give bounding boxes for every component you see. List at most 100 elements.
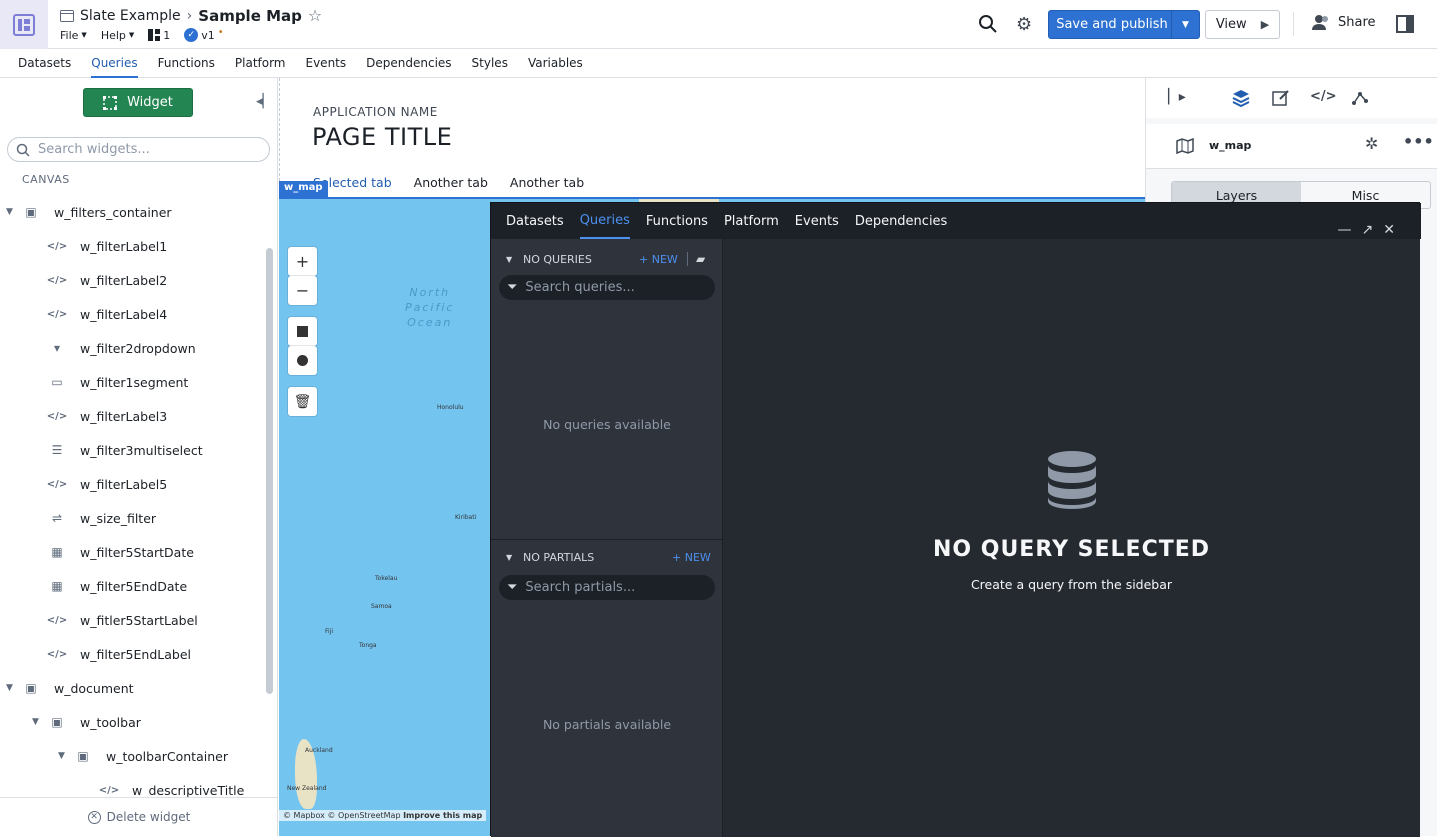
queries-section-header[interactable]: ▼ NO QUERIES + NEW ▰: [491, 243, 723, 275]
code-icon[interactable]: </>: [1310, 89, 1337, 104]
improve-map-link[interactable]: Improve this map: [403, 811, 482, 820]
dialog-tab-datasets[interactable]: Datasets: [506, 203, 564, 239]
tab-datasets[interactable]: Datasets: [18, 49, 71, 78]
view-button[interactable]: View ▶: [1205, 10, 1280, 39]
collapse-sidebar-icon[interactable]: ◂▏: [256, 94, 273, 109]
tree-item[interactable]: ☰ w_filter3multiselect: [0, 433, 265, 467]
tree-item[interactable]: ▼ ▣ w_toolbar: [0, 705, 265, 739]
container-icon: ▣: [25, 205, 37, 219]
dialog-tab-platform[interactable]: Platform: [724, 203, 779, 239]
search-partials-input[interactable]: Search partials...: [525, 580, 635, 595]
graph-icon[interactable]: [1351, 89, 1369, 107]
more-options-icon[interactable]: •••: [1403, 132, 1434, 151]
zoom-out-button[interactable]: −: [288, 276, 317, 305]
edit-icon[interactable]: [1272, 89, 1290, 107]
collapse-panel-icon[interactable]: ▏▸: [1168, 89, 1186, 105]
tree-item[interactable]: ▼ ▣ w_document: [0, 671, 265, 705]
tree-item-label: w_size_filter: [80, 510, 157, 526]
search-queries-input[interactable]: Search queries...: [525, 280, 634, 295]
pages-count[interactable]: 1: [148, 29, 170, 42]
tree-item[interactable]: </> w_filterLabel4: [0, 297, 265, 331]
dialog-tab-events[interactable]: Events: [795, 203, 839, 239]
application-name: APPLICATION NAME: [313, 105, 438, 119]
delete-widget-label: Delete widget: [106, 810, 191, 824]
code-icon: </>: [46, 648, 68, 660]
share-button[interactable]: Share: [1312, 14, 1376, 30]
square-icon: [297, 326, 308, 337]
container-icon: ▣: [77, 749, 89, 763]
add-widget-button[interactable]: Widget: [83, 88, 193, 117]
container-icon: ▣: [25, 681, 37, 695]
draw-circle-button[interactable]: [288, 346, 317, 375]
breadcrumb-project[interactable]: Slate Example: [80, 8, 181, 24]
layers-icon[interactable]: [1232, 89, 1250, 107]
code-icon: </>: [46, 478, 68, 490]
tree-item[interactable]: ▦ w_filter5StartDate: [0, 535, 265, 569]
tree-item[interactable]: </> w_filterLabel1: [0, 229, 265, 263]
search-partials[interactable]: ⏷ Search partials...: [499, 575, 715, 600]
search-widgets-input[interactable]: Search widgets...: [38, 142, 150, 157]
app-logo[interactable]: [0, 0, 48, 49]
tree-item-label: w_filter3multiselect: [80, 442, 203, 458]
save-and-publish-button[interactable]: Save and publish ▼: [1048, 10, 1200, 39]
folder-icon[interactable]: ▰: [696, 252, 705, 266]
circle-icon: [297, 355, 308, 366]
tree-item[interactable]: ▼ ▣ w_toolbarContainer: [0, 739, 265, 773]
delete-shape-button[interactable]: 🗑: [288, 387, 317, 416]
chevron-down-icon[interactable]: ▼: [32, 717, 39, 727]
tab-dependencies[interactable]: Dependencies: [366, 49, 451, 78]
tree-item[interactable]: </> w_filter5EndLabel: [0, 637, 265, 671]
expand-icon[interactable]: ↗: [1362, 222, 1374, 238]
tree-item[interactable]: </> w_filterLabel5: [0, 467, 265, 501]
tree-scrollbar[interactable]: [266, 248, 273, 694]
tree-item[interactable]: </> w_filterLabel3: [0, 399, 265, 433]
tree-item[interactable]: ▦ w_filter5EndDate: [0, 569, 265, 603]
delete-widget-button[interactable]: ✕ Delete widget: [0, 797, 278, 836]
dialog-tab-dependencies[interactable]: Dependencies: [855, 203, 948, 239]
search-queries[interactable]: ⏷ Search queries...: [499, 275, 715, 300]
widget-network-icon[interactable]: ✲: [1365, 134, 1378, 153]
tab-functions[interactable]: Functions: [158, 49, 215, 78]
canvas-tab-another-1[interactable]: Another tab: [414, 175, 488, 190]
menu-help[interactable]: Help ▼: [101, 29, 134, 42]
close-icon[interactable]: ✕: [1383, 222, 1395, 238]
minimize-icon[interactable]: —: [1338, 222, 1352, 238]
tab-variables[interactable]: Variables: [528, 49, 583, 78]
tree-item[interactable]: </> w_fitler5StartLabel: [0, 603, 265, 637]
chevron-right-icon: ›: [186, 7, 193, 24]
tree-item[interactable]: ▭ w_filter1segment: [0, 365, 265, 399]
tree-item[interactable]: ⇌ w_size_filter: [0, 501, 265, 535]
zoom-in-button[interactable]: +: [288, 247, 317, 276]
dialog-tab-queries[interactable]: Queries: [579, 203, 630, 239]
page-title-breadcrumb[interactable]: Sample Map: [198, 7, 302, 25]
tab-events[interactable]: Events: [306, 49, 347, 78]
panel-toggle-icon[interactable]: [1396, 15, 1414, 33]
chevron-down-icon[interactable]: ▼: [58, 751, 65, 761]
tab-queries[interactable]: Queries: [91, 49, 138, 78]
save-dropdown-caret-icon[interactable]: ▼: [1171, 11, 1199, 38]
tab-styles[interactable]: Styles: [472, 49, 508, 78]
code-icon: </>: [46, 614, 68, 626]
place-label: Tonga: [359, 642, 377, 649]
tree-item[interactable]: ▾ w_filter2dropdown: [0, 331, 265, 365]
tree-item[interactable]: ▼ ▣ w_filters_container: [0, 195, 265, 229]
new-partial-button[interactable]: + NEW: [672, 551, 711, 564]
partials-section-header[interactable]: ▼ NO PARTIALS + NEW: [491, 541, 723, 573]
canvas-tab-another-2[interactable]: Another tab: [510, 175, 584, 190]
tree-item[interactable]: </> w_filterLabel2: [0, 263, 265, 297]
new-query-button[interactable]: + NEW: [639, 253, 678, 266]
draw-square-button[interactable]: [288, 317, 317, 346]
star-icon[interactable]: ☆: [308, 6, 322, 25]
search-widgets[interactable]: Search widgets...: [7, 137, 270, 162]
properties-toolbar: ▏▸ </>: [1146, 78, 1437, 118]
search-icon[interactable]: [978, 14, 998, 34]
gear-icon[interactable]: ⚙: [1016, 14, 1032, 35]
tab-platform[interactable]: Platform: [235, 49, 286, 78]
chevron-down-icon[interactable]: ▼: [6, 207, 13, 217]
place-label: Auckland: [305, 747, 333, 754]
dialog-tab-functions[interactable]: Functions: [646, 203, 708, 239]
menu-file[interactable]: File ▼: [60, 29, 87, 42]
map-icon: [1176, 138, 1194, 154]
chevron-down-icon[interactable]: ▼: [6, 683, 13, 693]
version-badge[interactable]: ✓ v1 •: [184, 27, 224, 42]
